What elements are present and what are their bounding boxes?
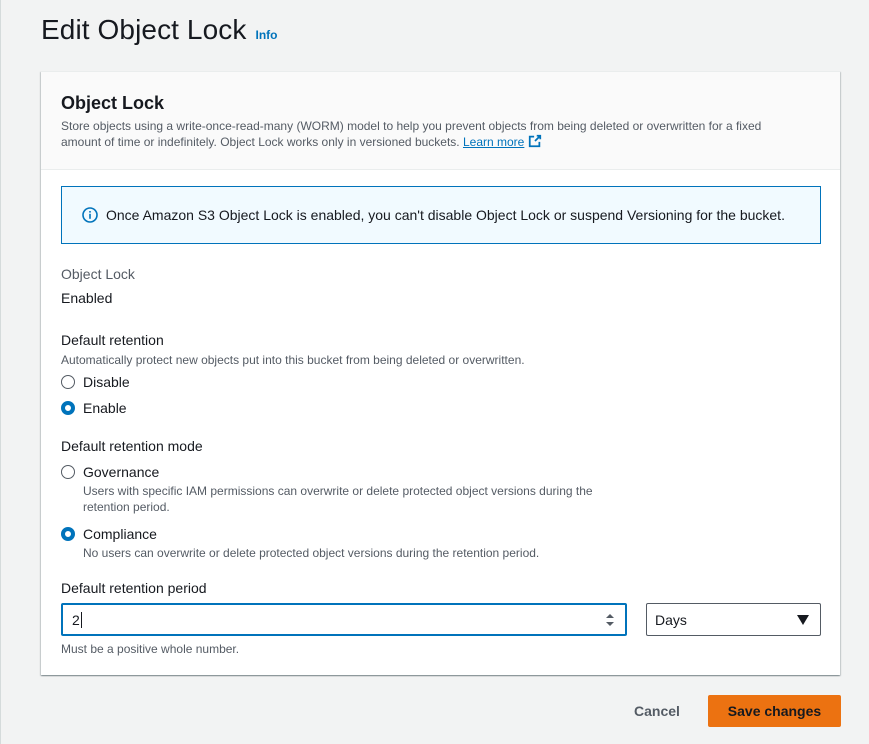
panel-description-text: Store objects using a write-once-read-ma… (61, 119, 762, 149)
radio-description: No users can overwrite or delete protect… (83, 546, 540, 560)
object-lock-value: Enabled (61, 290, 113, 306)
retention-period-value: 2 (72, 611, 80, 628)
learn-more-label: Learn more (462, 135, 525, 149)
page-title: Edit Object Lock (41, 14, 247, 45)
object-lock-label: Object Lock (61, 266, 135, 282)
number-stepper-icon[interactable] (605, 612, 615, 628)
page-header: Edit Object Lock Info (41, 14, 277, 46)
retention-unit-value: Days (655, 611, 687, 628)
object-lock-panel: Object Lock Store objects using a write-… (41, 71, 840, 675)
info-link[interactable]: Info (255, 28, 277, 42)
info-icon (82, 207, 98, 223)
retention-enable-radio[interactable]: Enable (61, 400, 127, 416)
caret-down-icon (797, 615, 809, 625)
text-caret (80, 611, 82, 628)
retention-mode-label: Default retention mode (61, 438, 203, 454)
panel-title: Object Lock (61, 93, 165, 113)
radio-button[interactable] (61, 375, 75, 389)
default-retention-description: Automatically protect new objects put in… (61, 353, 525, 367)
default-retention-label: Default retention (61, 332, 164, 348)
retention-period-constraint: Must be a positive whole number. (61, 642, 240, 656)
radio-button-selected[interactable] (61, 401, 75, 415)
info-alert: Once Amazon S3 Object Lock is enabled, y… (61, 186, 821, 244)
save-changes-button[interactable]: Save changes (708, 695, 841, 727)
radio-description: Users with specific IAM permissions can … (83, 484, 593, 514)
retention-disable-radio[interactable]: Disable (61, 374, 130, 390)
retention-period-input[interactable]: 2 (61, 603, 627, 636)
radio-label: Disable (83, 374, 130, 390)
external-link-icon (529, 134, 542, 148)
radio-label: Governance (83, 464, 160, 480)
retention-unit-select[interactable]: Days (646, 603, 821, 636)
mode-governance-radio[interactable]: Governance Users with specific IAM permi… (61, 464, 623, 515)
learn-more-link[interactable]: Learn more (462, 134, 542, 149)
alert-text: Once Amazon S3 Object Lock is enabled, y… (106, 207, 785, 223)
radio-button[interactable] (61, 465, 75, 479)
cancel-button[interactable]: Cancel (618, 695, 696, 727)
retention-period-label: Default retention period (61, 580, 207, 596)
panel-description: Store objects using a write-once-read-ma… (61, 118, 801, 150)
panel-header: Object Lock Store objects using a write-… (41, 72, 840, 170)
radio-label: Compliance (83, 526, 157, 542)
mode-compliance-radio[interactable]: Compliance No users can overwrite or del… (61, 526, 623, 561)
radio-button-selected[interactable] (61, 527, 75, 541)
radio-label: Enable (83, 400, 127, 416)
